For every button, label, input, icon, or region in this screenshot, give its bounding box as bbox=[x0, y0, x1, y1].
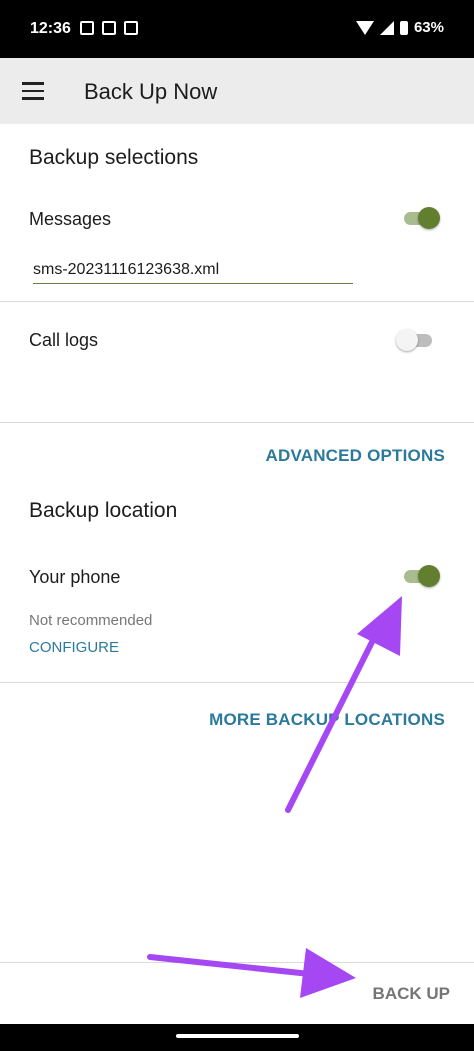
your-phone-label: Your phone bbox=[29, 567, 121, 587]
backup-selections-title: Backup selections bbox=[29, 146, 199, 169]
messages-filename-input[interactable] bbox=[33, 257, 353, 284]
notification-download-icon bbox=[124, 21, 138, 35]
back-up-button[interactable]: BACK UP bbox=[373, 984, 450, 1004]
call-logs-toggle[interactable] bbox=[396, 329, 436, 351]
divider bbox=[0, 682, 474, 683]
call-logs-label: Call logs bbox=[29, 330, 99, 350]
messages-toggle[interactable] bbox=[402, 207, 442, 229]
app-bar: Back Up Now bbox=[0, 58, 474, 124]
main-content: Backup selections Messages Call logs ADV… bbox=[0, 124, 474, 962]
page-title: Back Up Now bbox=[84, 79, 218, 104]
gesture-handle[interactable] bbox=[176, 1034, 299, 1038]
not-recommended-note: Not recommended bbox=[29, 612, 153, 629]
status-indicators: 63% bbox=[355, 19, 444, 36]
configure-link[interactable]: CONFIGURE bbox=[29, 639, 119, 656]
notification-screen-icon bbox=[102, 21, 116, 35]
your-phone-toggle[interactable] bbox=[402, 565, 442, 587]
backup-location-title: Backup location bbox=[29, 499, 178, 522]
divider bbox=[0, 301, 474, 302]
wifi-icon bbox=[355, 20, 374, 35]
battery-icon bbox=[399, 20, 408, 35]
hamburger-menu-icon[interactable] bbox=[22, 82, 44, 100]
status-time: 12:36 bbox=[30, 20, 71, 37]
battery-level: 63% bbox=[413, 19, 444, 36]
more-backup-locations-button[interactable]: MORE BACKUP LOCATIONS bbox=[209, 710, 445, 730]
advanced-options-button[interactable]: ADVANCED OPTIONS bbox=[265, 446, 445, 466]
notification-app-icon bbox=[80, 21, 94, 35]
signal-icon bbox=[379, 20, 394, 35]
divider bbox=[0, 422, 474, 423]
notification-icons bbox=[80, 21, 138, 35]
status-bar: 12:36 63% bbox=[0, 0, 474, 58]
navigation-bar bbox=[0, 1024, 474, 1051]
bottom-action-bar: BACK UP bbox=[0, 962, 474, 1025]
messages-label: Messages bbox=[29, 209, 112, 229]
